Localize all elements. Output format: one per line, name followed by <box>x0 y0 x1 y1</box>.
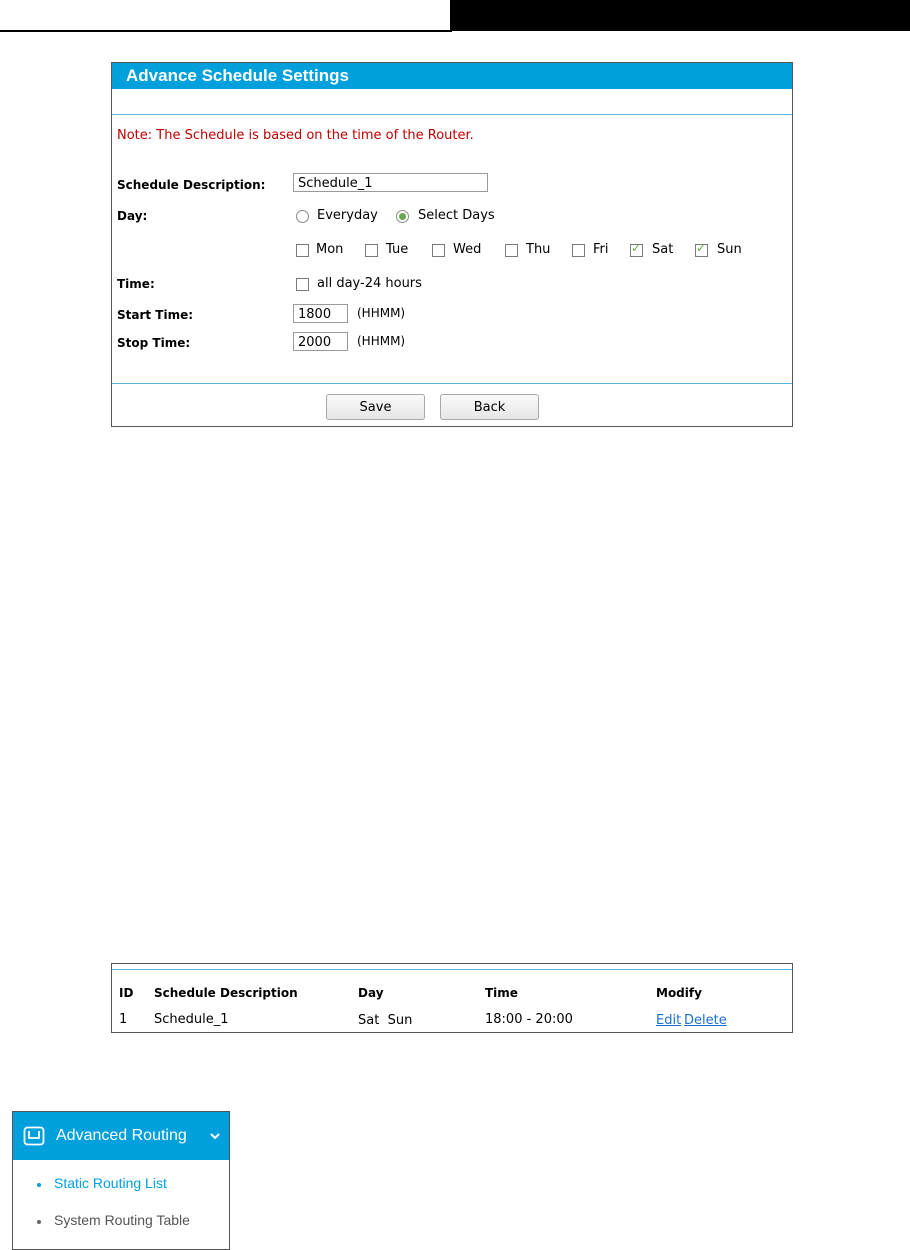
col-header-time: Time <box>485 986 518 1000</box>
all-day-checkbox[interactable] <box>296 278 309 291</box>
col-header-modify: Modify <box>656 986 702 1000</box>
delete-link[interactable]: Delete <box>684 1013 727 1028</box>
advanced-routing-menu: Advanced Routing Static Routing List Sys… <box>12 1111 230 1250</box>
advanced-routing-title: Advanced Routing <box>56 1127 187 1144</box>
divider <box>112 383 792 384</box>
cell-day: Sat Sun <box>358 1013 413 1028</box>
sat-checkbox[interactable] <box>630 241 643 257</box>
divider <box>112 114 792 115</box>
fri-label: Fri <box>593 242 609 257</box>
tue-label: Tue <box>386 242 409 257</box>
thu-checkbox[interactable] <box>505 244 518 257</box>
divider <box>112 969 792 970</box>
select-days-radio[interactable] <box>396 210 409 223</box>
select-days-label: Select Days <box>418 208 495 223</box>
col-header-day: Day <box>358 986 384 1000</box>
cell-time: 18:00 - 20:00 <box>485 1012 573 1027</box>
edit-link[interactable]: Edit <box>656 1013 681 1028</box>
time-label: Time: <box>117 277 155 291</box>
everyday-radio[interactable] <box>296 210 309 223</box>
day-label: Day: <box>117 209 148 223</box>
all-day-label: all day-24 hours <box>317 276 422 291</box>
everyday-label: Everyday <box>317 208 378 223</box>
mon-checkbox[interactable] <box>296 244 309 257</box>
stop-time-label: Stop Time: <box>117 336 191 350</box>
bullet-icon <box>37 1183 41 1187</box>
sun-label: Sun <box>717 242 742 257</box>
fri-checkbox[interactable] <box>572 244 585 257</box>
header-bar <box>450 0 910 31</box>
start-time-format-hint: (HHMM) <box>357 306 406 320</box>
stop-time-format-hint: (HHMM) <box>357 334 406 348</box>
sun-checkbox[interactable] <box>695 241 708 257</box>
schedule-settings-panel: Advance Schedule Settings Note: The Sche… <box>111 62 793 427</box>
start-time-label: Start Time: <box>117 308 194 322</box>
schedule-description-label: Schedule Description: <box>117 178 266 192</box>
mon-label: Mon <box>316 242 344 257</box>
chevron-down-icon[interactable] <box>210 1133 220 1140</box>
tue-checkbox[interactable] <box>365 244 378 257</box>
stop-time-input[interactable]: 2000 <box>293 332 348 351</box>
note-text: Note: The Schedule is based on the time … <box>117 128 474 143</box>
router-icon <box>23 1126 45 1146</box>
menu-item-system-routing-table[interactable]: System Routing Table <box>54 1212 190 1228</box>
advanced-routing-header[interactable]: Advanced Routing <box>13 1112 229 1160</box>
panel-title: Advance Schedule Settings <box>112 63 792 89</box>
bullet-icon <box>37 1220 41 1224</box>
header-rule <box>0 30 452 32</box>
schedule-table: ID Schedule Description Day Time Modify … <box>111 963 793 1033</box>
menu-item-static-routing-list[interactable]: Static Routing List <box>54 1175 167 1191</box>
back-button[interactable]: Back <box>440 394 539 420</box>
schedule-description-input[interactable]: Schedule_1 <box>293 173 488 192</box>
cell-description: Schedule_1 <box>154 1012 229 1027</box>
start-time-input[interactable]: 1800 <box>293 304 348 323</box>
save-button[interactable]: Save <box>326 394 425 420</box>
sat-label: Sat <box>652 242 674 257</box>
cell-id: 1 <box>119 1012 128 1027</box>
thu-label: Thu <box>526 242 551 257</box>
col-header-description: Schedule Description <box>154 986 298 1000</box>
wed-label: Wed <box>453 242 482 257</box>
wed-checkbox[interactable] <box>432 244 445 257</box>
col-header-id: ID <box>119 986 134 1000</box>
